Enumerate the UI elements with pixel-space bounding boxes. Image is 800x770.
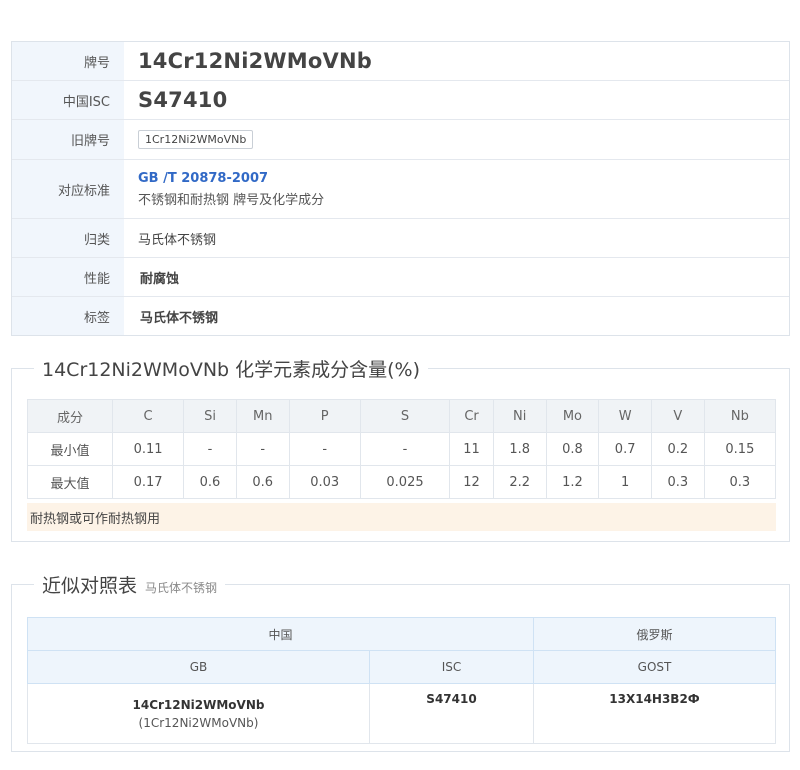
composition-title-text: 14Cr12Ni2WMoVNb 化学元素成分含量(%) xyxy=(42,359,421,381)
info-row-tags: 标签 马氏体不锈钢 xyxy=(12,297,789,335)
grade-info-table: 牌号 14Cr12Ni2WMoVNb 中国ISC S47410 旧牌号 1Cr1… xyxy=(11,41,790,336)
table-cell: 最小值 xyxy=(27,432,113,466)
table-cell: 1.2 xyxy=(545,465,600,499)
old-grade-chip[interactable]: 1Cr12Ni2WMoVNb xyxy=(138,130,254,149)
composition-table: 成分 C Si Mn P S Cr Ni Mo W V Nb 最小值 0.11 … xyxy=(27,399,777,499)
table-cell: 0.03 xyxy=(288,465,361,499)
gost-grade[interactable]: 13X14H3B2Ф xyxy=(535,692,774,706)
isc-value: S47410 xyxy=(138,88,228,112)
header-cell: Mn xyxy=(235,399,290,433)
composition-min-row: 最小值 0.11 - - - - 11 1.8 0.8 0.7 0.2 0.15 xyxy=(27,432,777,466)
header-cell: Mo xyxy=(545,399,600,433)
table-cell: 0.6 xyxy=(235,465,290,499)
gb-cell: 14Cr12Ni2WMoVNb (1Cr12Ni2WMoVNb) xyxy=(27,683,370,744)
gost-cell: 13X14H3B2Ф xyxy=(533,683,776,744)
comparison-column-row: GB ISC GOST xyxy=(27,650,776,684)
comparison-subtitle: 马氏体不锈钢 xyxy=(145,581,218,595)
table-cell: 1 xyxy=(598,465,653,499)
header-cell: W xyxy=(598,399,653,433)
header-cell: S xyxy=(359,399,451,433)
label-grade: 牌号 xyxy=(12,42,124,80)
header-cell: C xyxy=(111,399,185,433)
grade-value: 14Cr12Ni2WMoVNb xyxy=(138,49,372,73)
tag-value[interactable]: 马氏体不锈钢 xyxy=(138,307,789,326)
column-gost: GOST xyxy=(533,650,776,684)
info-row-old-grade: 旧牌号 1Cr12Ni2WMoVNb xyxy=(12,120,789,160)
comparison-title: 近似对照表 马氏体不锈钢 xyxy=(34,571,226,598)
comparison-title-text: 近似对照表 xyxy=(42,575,138,597)
isc-grade[interactable]: S47410 xyxy=(371,692,532,706)
table-cell: 0.025 xyxy=(359,465,451,499)
info-row-category: 归类 马氏体不锈钢 xyxy=(12,219,789,258)
category-value: 马氏体不锈钢 xyxy=(138,232,217,248)
info-row-standard: 对应标准 GB /T 20878-2007 不锈钢和耐热钢 牌号及化学成分 xyxy=(12,160,789,219)
composition-section: 14Cr12Ni2WMoVNb 化学元素成分含量(%) 成分 C Si Mn P… xyxy=(11,355,790,542)
table-cell: - xyxy=(288,432,361,466)
table-cell: 0.6 xyxy=(183,465,237,499)
table-cell: 11 xyxy=(449,432,494,466)
label-category: 归类 xyxy=(12,219,124,257)
composition-title: 14Cr12Ni2WMoVNb 化学元素成分含量(%) xyxy=(34,355,429,382)
table-cell: 0.7 xyxy=(598,432,653,466)
table-cell: 0.8 xyxy=(545,432,600,466)
info-row-isc: 中国ISC S47410 xyxy=(12,81,789,120)
info-row-grade: 牌号 14Cr12Ni2WMoVNb xyxy=(12,42,789,81)
standard-description: 不锈钢和耐热钢 牌号及化学成分 xyxy=(138,192,325,208)
header-cell: Si xyxy=(183,399,237,433)
header-cell: 成分 xyxy=(27,399,113,433)
composition-header-row: 成分 C Si Mn P S Cr Ni Mo W V Nb xyxy=(27,399,777,433)
gb-old-grade: (1Cr12Ni2WMoVNb) xyxy=(138,715,259,730)
table-cell: 12 xyxy=(449,465,494,499)
header-cell: Nb xyxy=(703,399,777,433)
table-cell: 0.17 xyxy=(111,465,185,499)
label-performance: 性能 xyxy=(12,258,124,296)
header-cell: Cr xyxy=(449,399,494,433)
header-cell: Ni xyxy=(492,399,547,433)
label-tags: 标签 xyxy=(12,297,124,335)
table-cell: 1.8 xyxy=(492,432,547,466)
column-isc: ISC xyxy=(369,650,534,684)
group-china: 中国 xyxy=(27,617,534,651)
header-cell: V xyxy=(651,399,705,433)
composition-max-row: 最大值 0.17 0.6 0.6 0.03 0.025 12 2.2 1.2 1… xyxy=(27,465,777,499)
standard-link[interactable]: GB /T 20878-2007 xyxy=(138,171,789,186)
comparison-group-row: 中国 俄罗斯 xyxy=(27,617,776,651)
table-cell: 0.2 xyxy=(651,432,705,466)
table-cell: 最大值 xyxy=(27,465,113,499)
isc-cell: S47410 xyxy=(369,683,534,744)
info-row-performance: 性能 耐腐蚀 xyxy=(12,258,789,297)
comparison-section: 近似对照表 马氏体不锈钢 中国 俄罗斯 GB ISC GOST 14Cr12Ni… xyxy=(11,571,790,752)
gb-grade[interactable]: 14Cr12Ni2WMoVNb xyxy=(29,698,368,712)
table-cell: 2.2 xyxy=(492,465,547,499)
table-cell: 0.3 xyxy=(703,465,777,499)
label-isc: 中国ISC xyxy=(12,81,124,119)
label-standard: 对应标准 xyxy=(12,160,124,218)
table-cell: - xyxy=(359,432,451,466)
comparison-data-row: 14Cr12Ni2WMoVNb (1Cr12Ni2WMoVNb) S47410 … xyxy=(27,683,776,744)
label-old-grade: 旧牌号 xyxy=(12,120,124,159)
performance-value[interactable]: 耐腐蚀 xyxy=(138,268,789,287)
group-russia: 俄罗斯 xyxy=(533,617,776,651)
header-cell: P xyxy=(288,399,361,433)
composition-note: 耐热钢或可作耐热钢用 xyxy=(27,503,776,531)
table-cell: 0.11 xyxy=(111,432,185,466)
table-cell: 0.15 xyxy=(703,432,777,466)
table-cell: - xyxy=(235,432,290,466)
table-cell: - xyxy=(183,432,237,466)
column-gb: GB xyxy=(27,650,370,684)
table-cell: 0.3 xyxy=(651,465,705,499)
comparison-table: 中国 俄罗斯 GB ISC GOST 14Cr12Ni2WMoVNb (1Cr1… xyxy=(27,617,776,744)
